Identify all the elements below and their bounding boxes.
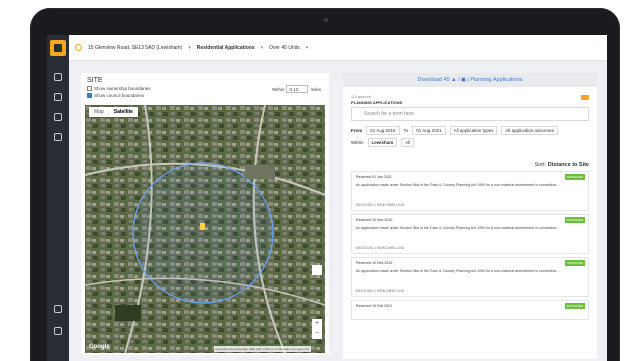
application-type-select[interactable]: Residential Applications — [197, 45, 255, 51]
ownership-checkbox[interactable] — [87, 86, 92, 91]
satellite-map[interactable]: Map Satellite + − Google Keyboard shortc… — [85, 105, 325, 353]
document-icon[interactable] — [54, 73, 62, 81]
radius-unit: miles — [310, 86, 321, 92]
received-date: Received 01 Jan 2021 — [356, 175, 392, 179]
to-label: To — [403, 128, 409, 133]
device-stage: 15 Glenview Road, SE13 5AD (Lewisham) ▾ … — [0, 0, 640, 361]
application-types-select[interactable]: All application types — [449, 126, 498, 135]
map-type-tabs: Map Satellite — [89, 107, 138, 117]
zoom-control: + − — [312, 319, 322, 339]
status-badge: APPROVED — [565, 303, 585, 309]
application-description: An application made under Section 96a of… — [356, 226, 560, 230]
date-filter-row: From 01 Aug 2015 To 01 Aug 2021 All appl… — [351, 126, 558, 135]
application-meta: DECISION 1 NEW DWELLING — [356, 246, 405, 250]
app-screen: 15 Glenview Road, SE13 5AD (Lewisham) ▾ … — [47, 35, 607, 361]
ownership-label: Show ownership boundaries — [94, 86, 151, 91]
zoom-in-button[interactable]: + — [312, 319, 322, 329]
status-badge: APPROVED — [565, 174, 585, 180]
people-icon[interactable] — [54, 93, 62, 101]
app-logo-icon[interactable] — [50, 40, 66, 56]
application-description: An application made under Section 96a of… — [356, 183, 560, 187]
tab-map[interactable]: Map — [89, 107, 109, 117]
application-card[interactable]: Received 10 Feb 2021 APPROVED — [351, 300, 589, 320]
logout-icon[interactable] — [54, 327, 62, 335]
all-select[interactable]: All — [401, 138, 415, 147]
units-select[interactable]: Over 45 Units — [269, 45, 300, 51]
sort-value: Distance to Site — [547, 162, 589, 168]
radius-input[interactable]: 0.12 — [286, 85, 309, 93]
council-toggle[interactable]: Show council boundaries — [87, 93, 144, 98]
application-description: An application made under Section 96a of… — [356, 269, 560, 273]
chevron-down-icon: ▾ — [188, 44, 191, 51]
search-input[interactable]: Search for a term here — [351, 107, 589, 121]
google-logo: Google — [89, 344, 110, 350]
tab-satellite[interactable]: Satellite — [109, 107, 138, 117]
council-checkbox[interactable] — [87, 93, 92, 98]
site-panel: SITE Show ownership boundaries Show coun… — [81, 73, 329, 355]
pencil-icon[interactable] — [54, 133, 62, 141]
download-link[interactable]: Download 45 ▲ / ◼ | Planning Application… — [343, 73, 597, 87]
fullscreen-icon[interactable] — [312, 265, 322, 275]
application-meta: DECISION 1 NEW DWELLING — [356, 289, 405, 293]
chevron-down-icon: ▾ — [305, 44, 309, 51]
zoom-out-button[interactable]: − — [312, 329, 322, 339]
within-label: Within — [271, 86, 285, 92]
notes-icon[interactable] — [54, 305, 62, 313]
chevron-down-icon: ▾ — [260, 44, 264, 51]
sort-control[interactable]: Sort: Distance to Site — [535, 162, 589, 168]
search-icon[interactable] — [54, 113, 62, 121]
status-badge: APPROVED — [565, 217, 585, 223]
ownership-toggle[interactable]: Show ownership boundaries — [87, 86, 151, 91]
application-meta: DECISION 1 NEW DWELLING — [356, 203, 405, 207]
map-attribution[interactable]: Keyboard shortcuts Map Data 100 m Terms … — [213, 346, 311, 352]
tag-icon[interactable] — [581, 95, 589, 100]
sort-prefix: Sort: — [534, 162, 547, 168]
application-card[interactable]: Received 01 Jan 2021 APPROVED An applica… — [351, 171, 589, 211]
borough-select[interactable]: Lewisham — [367, 138, 398, 147]
within-label: Within — [351, 140, 364, 145]
area-filter-row: Within Lewisham All — [351, 138, 415, 147]
address-crumb[interactable]: 15 Glenview Road, SE13 5AD (Lewisham) — [88, 45, 182, 51]
map-imagery — [85, 105, 325, 353]
application-card[interactable]: Received 10 Dec 2019 APPROVED An applica… — [351, 257, 589, 297]
from-label: From — [351, 128, 363, 133]
planning-panel: Download 45 ▲ / ◼ | Planning Application… — [343, 73, 597, 359]
location-pin-icon — [75, 44, 82, 51]
received-date: Received 10 Nov 2019 — [356, 218, 393, 222]
from-date-input[interactable]: 01 Aug 2015 — [366, 126, 400, 135]
council-label: Show council boundaries — [94, 93, 145, 98]
radius-control: Within 0.12 miles — [272, 85, 321, 93]
to-date-input[interactable]: 01 Aug 2021 — [412, 126, 446, 135]
application-outcomes-select[interactable]: All application outcomes — [501, 126, 558, 135]
application-card[interactable]: Received 10 Nov 2019 APPROVED An applica… — [351, 214, 589, 254]
approval-count: 118 approval — [351, 95, 371, 99]
camera-dot — [324, 18, 328, 22]
side-rail — [47, 35, 69, 361]
site-title: SITE — [87, 77, 103, 84]
top-bar: 15 Glenview Road, SE13 5AD (Lewisham) ▾ … — [69, 35, 607, 61]
received-date: Received 10 Feb 2021 — [356, 304, 393, 308]
status-badge: APPROVED — [565, 260, 585, 266]
received-date: Received 10 Dec 2019 — [356, 261, 393, 265]
planning-title: PLANNING APPLICATIONS — [351, 100, 403, 105]
